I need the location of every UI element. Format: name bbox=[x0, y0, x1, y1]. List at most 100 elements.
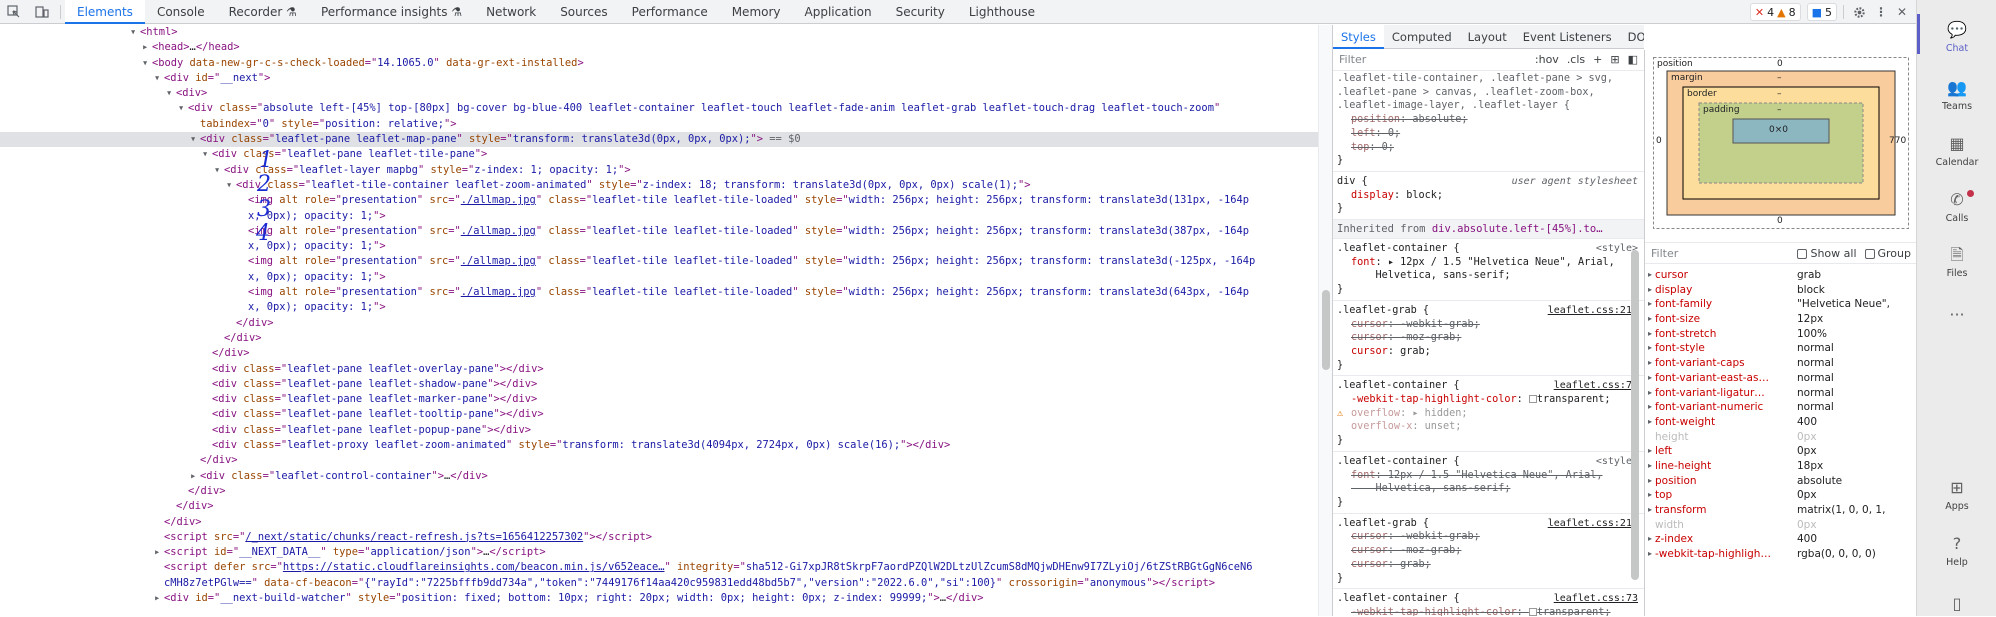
show-all-checkbox[interactable]: Show all bbox=[1797, 247, 1857, 260]
dom-node-line[interactable]: ▾ <div class="leaflet-layer mapbg" style=… bbox=[0, 163, 1318, 178]
computed-property-row[interactable]: ▸ font-variant-ligatur… normal bbox=[1645, 386, 1916, 401]
group-checkbox[interactable]: Group bbox=[1864, 247, 1911, 260]
more-options-icon[interactable]: ⋮ bbox=[1874, 0, 1888, 24]
dom-node-line[interactable]: ▾ <div id="__next"> bbox=[0, 71, 1318, 86]
dom-node-line[interactable]: <img alt role="presentation" src="./allm… bbox=[0, 224, 1318, 239]
tab-network[interactable]: Network bbox=[474, 0, 548, 24]
new-rule-icon[interactable]: + bbox=[1593, 53, 1602, 66]
dom-node-line[interactable]: ▾ <div> bbox=[0, 86, 1318, 101]
computed-property-row[interactable]: ▸ font-family "Helvetica Neue", bbox=[1645, 297, 1916, 312]
rail-files[interactable]: 🗎 Files bbox=[1917, 245, 1996, 279]
source-link-leaflet-css-213[interactable]: leaflet.css:213 bbox=[1548, 517, 1638, 531]
dom-node-line[interactable]: x, 0px); opacity: 1;"> bbox=[0, 300, 1318, 315]
rail-calls[interactable]: ✆ Calls bbox=[1917, 190, 1996, 224]
dom-node-line[interactable]: <div class="leaflet-proxy leaflet-zoom-a… bbox=[0, 438, 1318, 453]
styles-tab-computed[interactable]: Computed bbox=[1384, 25, 1460, 49]
dom-node-line[interactable]: <img alt role="presentation" src="./allm… bbox=[0, 193, 1318, 208]
close-devtools-icon[interactable]: ✕ bbox=[1894, 0, 1910, 24]
tab-performance-insights[interactable]: Performance insights ⚗ bbox=[309, 0, 474, 24]
computed-property-row[interactable]: ▸ font-style normal bbox=[1645, 341, 1916, 356]
dom-node-line[interactable]: ▾ <html> bbox=[0, 25, 1318, 40]
dom-node-line[interactable]: <div class="leaflet-pane leaflet-tooltip… bbox=[0, 407, 1318, 422]
toggle-sidebar-icon[interactable]: ◧ bbox=[1628, 53, 1638, 66]
dom-node-line[interactable]: <script defer src="https://static.cloudf… bbox=[0, 560, 1318, 575]
dom-node-line[interactable]: </div> bbox=[0, 484, 1318, 499]
dom-node-line[interactable]: </div> bbox=[0, 316, 1318, 331]
tab-elements[interactable]: Elements bbox=[65, 0, 145, 24]
dom-node-line[interactable]: ▾ <body data-new-gr-c-s-check-loaded="14.… bbox=[0, 56, 1318, 71]
dom-node-line[interactable]: </div> bbox=[0, 499, 1318, 514]
computed-property-row[interactable]: ▸ font-variant-caps normal bbox=[1645, 356, 1916, 371]
rail-apps[interactable]: ⊞ Apps bbox=[1917, 478, 1996, 512]
dom-node-line[interactable]: </div> bbox=[0, 453, 1318, 468]
computed-property-row[interactable]: ▸ top 0px bbox=[1645, 488, 1916, 503]
rail-calendar[interactable]: ▦ Calendar bbox=[1917, 134, 1996, 168]
rail-chat[interactable]: 💬 Chat bbox=[1917, 20, 1996, 54]
computed-property-row[interactable]: ▸ display block bbox=[1645, 283, 1916, 298]
dom-node-line[interactable]: ▾ <div class="absolute left-[45%] top-[80… bbox=[0, 101, 1318, 116]
computed-property-row[interactable]: ▸ position absolute bbox=[1645, 474, 1916, 489]
dom-node-line[interactable]: ▾ <div class="leaflet-pane leaflet-tile-p… bbox=[0, 147, 1318, 162]
computed-property-row[interactable]: ▸ transform matrix(1, 0, 0, 1, bbox=[1645, 503, 1916, 518]
dom-node-line[interactable]: <img alt role="presentation" src="./allm… bbox=[0, 285, 1318, 300]
computed-property-row[interactable]: ▸ -webkit-tap-highligh… rgba(0, 0, 0, 0) bbox=[1645, 547, 1916, 562]
rail-device[interactable]: ▯ bbox=[1917, 594, 1996, 617]
computed-property-row[interactable]: ▸ left 0px bbox=[1645, 444, 1916, 459]
dom-node-line[interactable]: ▸ <div id="__next-build-watcher" style="p… bbox=[0, 591, 1318, 606]
computed-property-row[interactable]: ▸ font-variant-east-as… normal bbox=[1645, 371, 1916, 386]
dom-node-line[interactable]: ▸ <div class="leaflet-control-container">… bbox=[0, 469, 1318, 484]
computed-property-row[interactable]: ▸ z-index 400 bbox=[1645, 532, 1916, 547]
dom-node-line[interactable]: x, 0px); opacity: 1;"> bbox=[0, 239, 1318, 254]
rail-help[interactable]: ? Help bbox=[1917, 534, 1996, 568]
dom-node-line[interactable]: <script src="/_next/static/chunks/react-… bbox=[0, 530, 1318, 545]
dom-node-line[interactable]: ▾ <div class="leaflet-pane leaflet-map-pa… bbox=[0, 132, 1318, 148]
tab-application[interactable]: Application bbox=[793, 0, 884, 24]
hov-toggle[interactable]: :hov bbox=[1535, 53, 1559, 66]
dom-node-line[interactable]: ▸ <script id="__NEXT_DATA__" type="applic… bbox=[0, 545, 1318, 560]
styles-filter-input[interactable]: Filter bbox=[1339, 53, 1366, 66]
computed-property-row[interactable]: ▸ font-size 12px bbox=[1645, 312, 1916, 327]
styles-tab-event-listeners[interactable]: Event Listeners bbox=[1515, 25, 1620, 49]
messages-badge[interactable]: ■ 5 bbox=[1806, 3, 1837, 21]
dom-node-line[interactable]: x, 0px); opacity: 1;"> bbox=[0, 270, 1318, 285]
dom-node-line[interactable]: </div> bbox=[0, 515, 1318, 530]
source-link-leaflet-css-214[interactable]: leaflet.css:214 bbox=[1548, 304, 1638, 318]
device-toolbar-icon[interactable] bbox=[28, 0, 56, 24]
styles-scrollbar[interactable] bbox=[1631, 200, 1639, 591]
dom-node-line[interactable]: <div class="leaflet-pane leaflet-overlay… bbox=[0, 362, 1318, 377]
settings-gear-icon[interactable] bbox=[1850, 0, 1868, 24]
styles-tab-dom-breakpoints[interactable]: DOM Breakpoints bbox=[1620, 25, 1644, 49]
rail-teams[interactable]: 👥 Teams bbox=[1917, 78, 1996, 112]
dom-node-line[interactable]: cMH8z7etPGlw==" data-cf-beacon="{"rayId"… bbox=[0, 576, 1318, 591]
computed-property-row[interactable]: width 0px bbox=[1645, 518, 1916, 533]
tab-lighthouse[interactable]: Lighthouse bbox=[957, 0, 1047, 24]
computed-property-row[interactable]: ▸ font-variant-numeric normal bbox=[1645, 400, 1916, 415]
computed-property-row[interactable]: ▸ font-stretch 100% bbox=[1645, 327, 1916, 342]
styles-tab-styles[interactable]: Styles bbox=[1333, 25, 1384, 49]
inspect-element-icon[interactable] bbox=[0, 0, 28, 24]
computed-property-row[interactable]: ▸ font-weight 400 bbox=[1645, 415, 1916, 430]
tab-sources[interactable]: Sources bbox=[548, 0, 619, 24]
cls-toggle[interactable]: .cls bbox=[1567, 53, 1585, 66]
computed-property-row[interactable]: ▸ line-height 18px bbox=[1645, 459, 1916, 474]
tab-performance[interactable]: Performance bbox=[620, 0, 720, 24]
dom-node-line[interactable]: <div class="leaflet-pane leaflet-popup-p… bbox=[0, 423, 1318, 438]
computed-property-row[interactable]: height 0px bbox=[1645, 430, 1916, 445]
dom-node-line[interactable]: tabindex="0" style="position: relative;"… bbox=[0, 117, 1318, 132]
computed-filter-input[interactable]: Filter bbox=[1651, 247, 1678, 260]
dom-node-line[interactable]: ▾ <div class="leaflet-tile-container leaf… bbox=[0, 178, 1318, 193]
dom-node-line[interactable]: ▸ <head>…</head> bbox=[0, 40, 1318, 55]
elements-scrollbar[interactable] bbox=[1318, 25, 1332, 616]
source-link-leaflet-css-73b[interactable]: leaflet.css:73 bbox=[1554, 592, 1638, 606]
computed-property-row[interactable]: ▸ cursor grab bbox=[1645, 268, 1916, 283]
tab-memory[interactable]: Memory bbox=[720, 0, 793, 24]
dom-node-line[interactable]: x, 0px); opacity: 1;"> bbox=[0, 209, 1318, 224]
boxmodel-content[interactable]: 0×0 bbox=[1769, 125, 1788, 135]
rail-more[interactable]: ··· bbox=[1917, 305, 1996, 328]
tab-recorder[interactable]: Recorder ⚗ bbox=[217, 0, 309, 24]
dom-node-line[interactable]: </div> bbox=[0, 346, 1318, 361]
dom-node-line[interactable]: </div> bbox=[0, 331, 1318, 346]
styles-tab-layout[interactable]: Layout bbox=[1460, 25, 1515, 49]
issues-badge[interactable]: ✕ 4 ▲ 8 bbox=[1749, 3, 1801, 21]
dom-node-line[interactable]: <div class="leaflet-pane leaflet-shadow-… bbox=[0, 377, 1318, 392]
